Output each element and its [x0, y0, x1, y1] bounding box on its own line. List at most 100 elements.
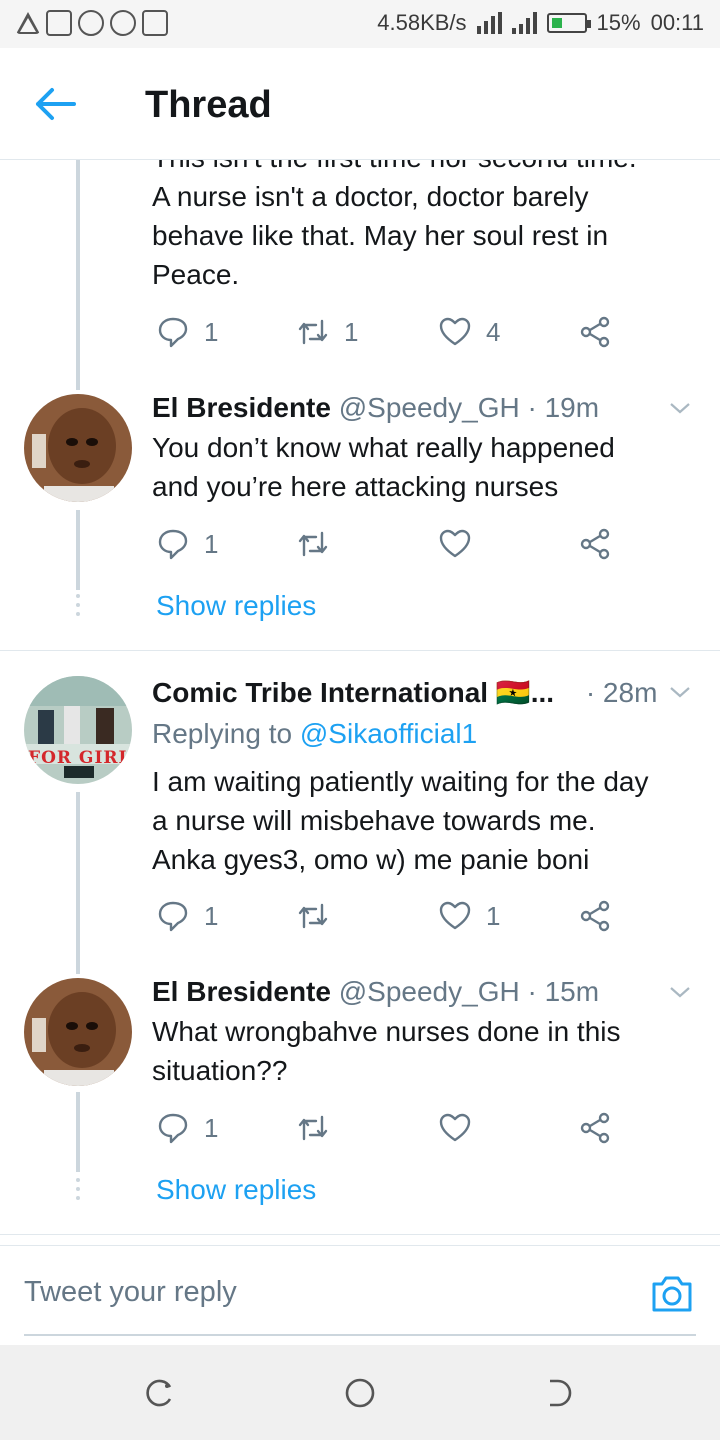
- replying-to: Replying to @Sikaofficial1: [152, 718, 477, 750]
- reply-button[interactable]: 1: [156, 1108, 218, 1148]
- handle-time: @Speedy_GH · 19m: [338, 392, 600, 423]
- tweet-text-line: Peace.: [152, 259, 240, 290]
- display-name[interactable]: El Bresidente: [152, 976, 331, 1007]
- share-icon: [580, 316, 610, 348]
- chevron-down-icon[interactable]: [668, 680, 692, 704]
- battery-percent: 15%: [596, 10, 641, 35]
- divider: [0, 650, 720, 651]
- reply-button[interactable]: 1: [156, 896, 218, 936]
- avatar[interactable]: [24, 394, 132, 502]
- like-button[interactable]: [438, 524, 472, 564]
- back-nav-icon[interactable]: [544, 1377, 576, 1409]
- like-button[interactable]: 1: [438, 896, 500, 936]
- display-name[interactable]: El Bresidente: [152, 392, 331, 423]
- tweet-text-line: behave like that. May her soul rest in: [152, 220, 609, 251]
- news-icon: [46, 10, 72, 36]
- reply-button[interactable]: 1: [156, 312, 218, 352]
- heart-icon: [439, 1113, 471, 1142]
- share-button[interactable]: [578, 524, 612, 564]
- share-button[interactable]: [578, 896, 612, 936]
- replying-prefix: Replying to: [152, 718, 293, 749]
- chevron-down-icon[interactable]: [668, 980, 692, 1004]
- reply-count: 1: [204, 316, 219, 347]
- tweet-text-line: a nurse will misbehave towards me.: [152, 805, 596, 836]
- tweet-text-line: You don’t know what really happened: [152, 432, 615, 463]
- share-icon: [580, 1112, 610, 1144]
- camera-icon: [652, 1276, 692, 1312]
- reply-icon: [158, 901, 188, 932]
- show-replies-link[interactable]: Show replies: [156, 1174, 316, 1206]
- reply-count: 1: [204, 900, 219, 931]
- recent-apps-icon[interactable]: [144, 1377, 176, 1409]
- camera-button[interactable]: [650, 1274, 694, 1314]
- tweet-actions: 1 1 4: [152, 312, 622, 352]
- back-button[interactable]: [30, 84, 78, 124]
- reply-count: 1: [204, 1112, 219, 1143]
- like-count: 4: [486, 316, 501, 347]
- handle-time: @Speedy_GH · 15m: [338, 976, 600, 1007]
- thread-line: [76, 1092, 80, 1172]
- header: Thread: [0, 48, 720, 160]
- show-replies-link[interactable]: Show replies: [156, 590, 316, 622]
- reply-icon: [158, 317, 188, 348]
- handle-time: · 28m: [585, 677, 658, 708]
- back-arrow-icon: [36, 88, 76, 120]
- display-name[interactable]: Comic Tribe International 🇬🇭...: [152, 677, 554, 708]
- reply-input[interactable]: Tweet your reply: [24, 1276, 237, 1309]
- reply-icon: [158, 1113, 188, 1144]
- share-button[interactable]: [578, 312, 612, 352]
- thread-line: [76, 510, 80, 590]
- reply-button[interactable]: 1: [156, 524, 218, 564]
- share-icon: [580, 900, 610, 932]
- share-icon: [580, 528, 610, 560]
- tweet-text-line: What wrongbahve nurses done in this: [152, 1016, 621, 1047]
- tweet-text: This isn't the first time nor second tim…: [152, 160, 712, 294]
- more-replies-dots: [74, 1178, 82, 1205]
- retweet-button[interactable]: [296, 524, 330, 564]
- retweet-icon: [298, 1115, 328, 1141]
- heart-icon: [439, 317, 471, 346]
- reply-icon: [158, 529, 188, 560]
- tweet-text-line: situation??: [152, 1055, 288, 1086]
- thread-line: [76, 792, 80, 974]
- retweet-icon: [298, 903, 328, 929]
- reply-underline: [24, 1334, 696, 1336]
- retweet-icon: [298, 319, 328, 345]
- replying-handle-link[interactable]: @Sikaofficial1: [300, 718, 477, 749]
- status-bar: 4.58KB/s 15% 00:11: [0, 0, 720, 48]
- page-title: Thread: [145, 84, 272, 126]
- retweet-button[interactable]: [296, 896, 330, 936]
- opera-icon: [110, 10, 136, 36]
- battery-icon: [546, 13, 591, 33]
- tweet-header: El Bresidente @Speedy_GH · 15m: [152, 976, 599, 1008]
- more-replies-dots: [74, 594, 82, 621]
- tweet-text-line: A nurse isn't a doctor, doctor barely: [152, 181, 589, 212]
- baby-avatar-icon: [24, 978, 132, 1086]
- reply-count: 1: [204, 528, 219, 559]
- retweet-icon: [298, 531, 328, 557]
- like-button[interactable]: 4: [438, 312, 500, 352]
- heart-icon: [439, 529, 471, 558]
- reply-bar: Tweet your reply: [0, 1245, 720, 1345]
- baby-avatar-icon: [24, 394, 132, 502]
- like-button[interactable]: [438, 1108, 472, 1148]
- tweet-actions: 1 1: [152, 896, 622, 936]
- avatar[interactable]: [24, 978, 132, 1086]
- avatar[interactable]: FOR GIRLS: [24, 676, 132, 784]
- tweet-text-line: This isn't the first time nor second tim…: [152, 160, 712, 294]
- home-icon[interactable]: [344, 1377, 376, 1409]
- tweet-text: What wrongbahve nurses done in this situa…: [152, 1012, 712, 1090]
- retweet-button[interactable]: [296, 1108, 330, 1148]
- notification-icons: [16, 10, 168, 36]
- tweet-text: You don’t know what really happened and y…: [152, 428, 712, 506]
- tweet-actions: 1: [152, 1108, 622, 1148]
- facebook-icon: [78, 10, 104, 36]
- tweet-text-line: This isn't the first time nor second tim…: [152, 160, 712, 177]
- divider: [0, 1234, 720, 1235]
- tweet-actions: 1: [152, 524, 622, 564]
- retweet-button[interactable]: 1: [296, 312, 358, 352]
- tweet-text-line: Anka gyes3, omo w) me panie boni: [152, 844, 590, 875]
- share-button[interactable]: [578, 1108, 612, 1148]
- chevron-down-icon[interactable]: [668, 396, 692, 420]
- clock: 00:11: [650, 10, 704, 35]
